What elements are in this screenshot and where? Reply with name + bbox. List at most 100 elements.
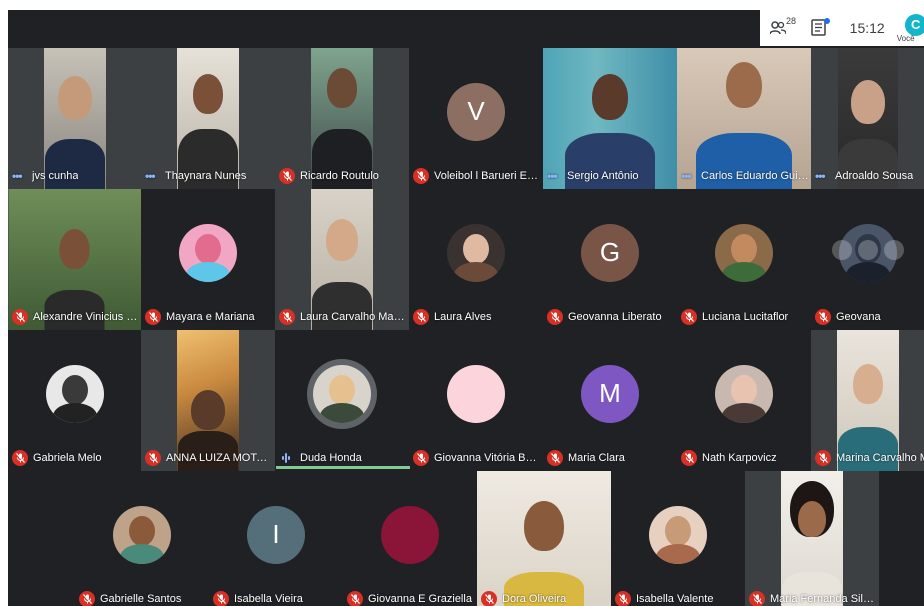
participant-label: Giovanna Vitória Baatsch [413,449,541,467]
participant-tile[interactable]: I Isabella Vieira [209,471,343,606]
mic-off-icon [12,450,28,466]
avatar-photo [113,505,171,564]
self-view[interactable]: C Você [897,10,924,46]
self-avatar: C [904,14,924,36]
remove-icon[interactable] [883,239,904,260]
participant-tile[interactable]: Laura Alves [409,189,543,330]
participant-label: Geovana [815,308,881,326]
mic-off-icon [547,309,563,325]
participant-tile[interactable]: Gabriela Melo [8,330,141,471]
meeting-grid: 28 15:12 C Você ••• jvs cunha ••• Thayna… [8,10,924,606]
mic-off-icon [213,591,229,606]
avatar-photo [313,364,371,423]
participant-name: Alexandre Vinicius De Cam... [33,311,140,323]
people-icon [770,21,786,35]
participant-tile[interactable]: Maria Fernanda Silva Leite ... [745,471,879,606]
participant-name: Gabrielle Santos [100,593,182,605]
mic-off-icon [79,591,95,606]
mic-off-icon [12,309,28,325]
more-options-icon: ••• [815,169,826,183]
participant-tile[interactable]: V Voleibol l Barueri Esporte F... [409,48,543,189]
participant-name: Geovana [836,311,881,323]
pin-icon[interactable] [831,239,852,260]
participant-tile[interactable]: ••• Adroaldo Sousa [811,48,924,189]
more-options-icon: ••• [681,169,692,183]
participant-tile[interactable]: G Geovanna Liberato [543,189,677,330]
participant-label: Giovanna E Graziella [347,590,472,606]
participant-label: Voleibol l Barueri Esporte F... [413,167,541,185]
mic-off-icon [145,450,161,466]
participant-tile[interactable]: ••• jvs cunha [8,48,141,189]
chat-notification-dot [823,18,830,24]
participant-label: Laura Carvalho Maccarone [279,308,407,326]
participant-tile[interactable]: Isabella Valente [611,471,745,606]
participant-tile[interactable]: Ricardo Routulo [275,48,409,189]
mic-off-icon [481,591,497,606]
participant-label: Duda Honda [279,449,362,467]
mic-off-icon [145,309,161,325]
avatar-photo [715,223,773,282]
participant-label: Maria Clara [547,449,625,467]
active-speaker-indicator [276,466,410,469]
clock: 15:12 [849,20,885,36]
participant-tile[interactable]: ••• Carlos Eduardo Guimarães... [677,48,811,189]
participant-label: ••• jvs cunha [12,167,78,185]
participant-tile[interactable]: ••• Thaynara Nunes [141,48,275,189]
participant-tile[interactable]: Nath Karpovicz [677,330,811,471]
chat-button[interactable] [811,18,830,37]
participant-tile[interactable]: Marina Carvalho Maccarone [811,330,924,471]
mic-off-icon [815,450,831,466]
top-right-panel: 28 15:12 C Você [760,10,924,46]
participant-name: Mayara e Mariana [166,311,255,323]
participant-name: Maria Fernanda Silva Leite ... [770,593,877,605]
participant-tile[interactable]: Duda Honda [275,330,409,471]
participant-name: Gabriela Melo [33,452,102,464]
participant-label: Laura Alves [413,308,491,326]
participant-tile[interactable]: M Maria Clara [543,330,677,471]
avatar-blank [381,505,439,564]
participant-label: Maria Fernanda Silva Leite ... [749,590,877,606]
participant-name: Giovanna E Graziella [368,593,472,605]
participant-tile[interactable]: Laura Carvalho Maccarone [275,189,409,330]
participant-tile[interactable]: Giovanna Vitória Baatsch [409,330,543,471]
participant-tile[interactable]: Alexandre Vinicius De Cam... [8,189,141,330]
participant-tile[interactable]: Mayara e Mariana [141,189,275,330]
participant-name: Isabella Valente [636,593,714,605]
more-options-icon: ••• [145,169,156,183]
avatar-photo [715,364,773,423]
self-label: Você [896,34,915,43]
participant-label: Isabella Valente [615,590,713,606]
avatar-photo [649,505,707,564]
participant-tile[interactable]: ANNA LUIZA MOTA LIMA ... [141,330,275,471]
participant-tile[interactable]: ••• Sergio Antônio [543,48,677,189]
mic-off-icon [615,591,631,606]
speaking-indicator-icon [282,452,292,464]
participant-tile[interactable]: Gabrielle Santos [75,471,209,606]
mic-off-icon [815,309,831,325]
participant-label: Isabella Vieira [213,590,303,606]
avatar-letter: M [581,364,639,423]
participant-tile[interactable]: Luciana Lucitaflor [677,189,811,330]
participant-name: Geovanna Liberato [568,311,662,323]
participant-tile[interactable]: Giovanna E Graziella [343,471,477,606]
participant-label: ••• Sergio Antônio [547,167,639,185]
participant-tile[interactable]: Dora Oliveira [477,471,611,606]
participant-name: Sergio Antônio [567,170,639,182]
participant-label: Nath Karpovicz [681,449,777,467]
avatar-photo [45,364,104,423]
participant-name: Luciana Lucitaflor [702,311,789,323]
participants-button[interactable]: 28 [770,16,797,40]
tile-hover-controls[interactable] [831,237,904,263]
participant-name: Laura Carvalho Maccarone [300,311,407,323]
participants-count: 28 [786,16,797,26]
participant-tile[interactable]: Geovana [811,189,924,330]
participant-name: Maria Clara [568,452,625,464]
mic-off-icon [749,591,765,606]
participant-name: Duda Honda [300,452,362,464]
mic-off-icon [413,450,429,466]
mute-icon[interactable] [857,239,878,260]
avatar-letter: V [447,82,505,141]
participant-label: Alexandre Vinicius De Cam... [12,308,140,326]
participant-name: Ricardo Routulo [300,170,379,182]
participant-name: Laura Alves [434,311,492,323]
